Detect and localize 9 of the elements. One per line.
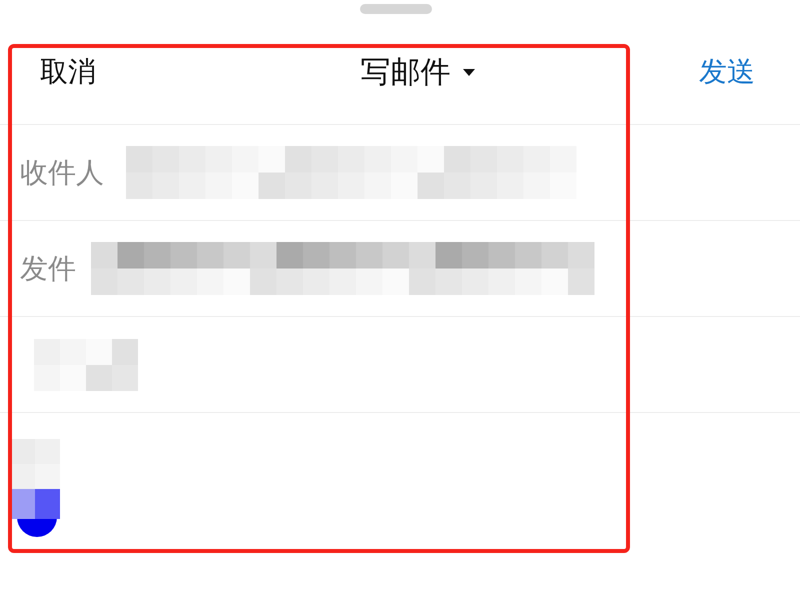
cancel-button[interactable]: 取消: [40, 53, 96, 91]
send-button[interactable]: 发送: [699, 53, 755, 91]
field-label: 发件: [20, 250, 76, 286]
redaction-mosaic: [10, 439, 60, 489]
field-label: 收件人: [20, 154, 104, 190]
marker-icon: [10, 489, 60, 539]
title-dropdown[interactable]: 写邮件: [360, 52, 474, 92]
drag-handle[interactable]: [360, 4, 432, 14]
caret-icon: [462, 68, 474, 76]
